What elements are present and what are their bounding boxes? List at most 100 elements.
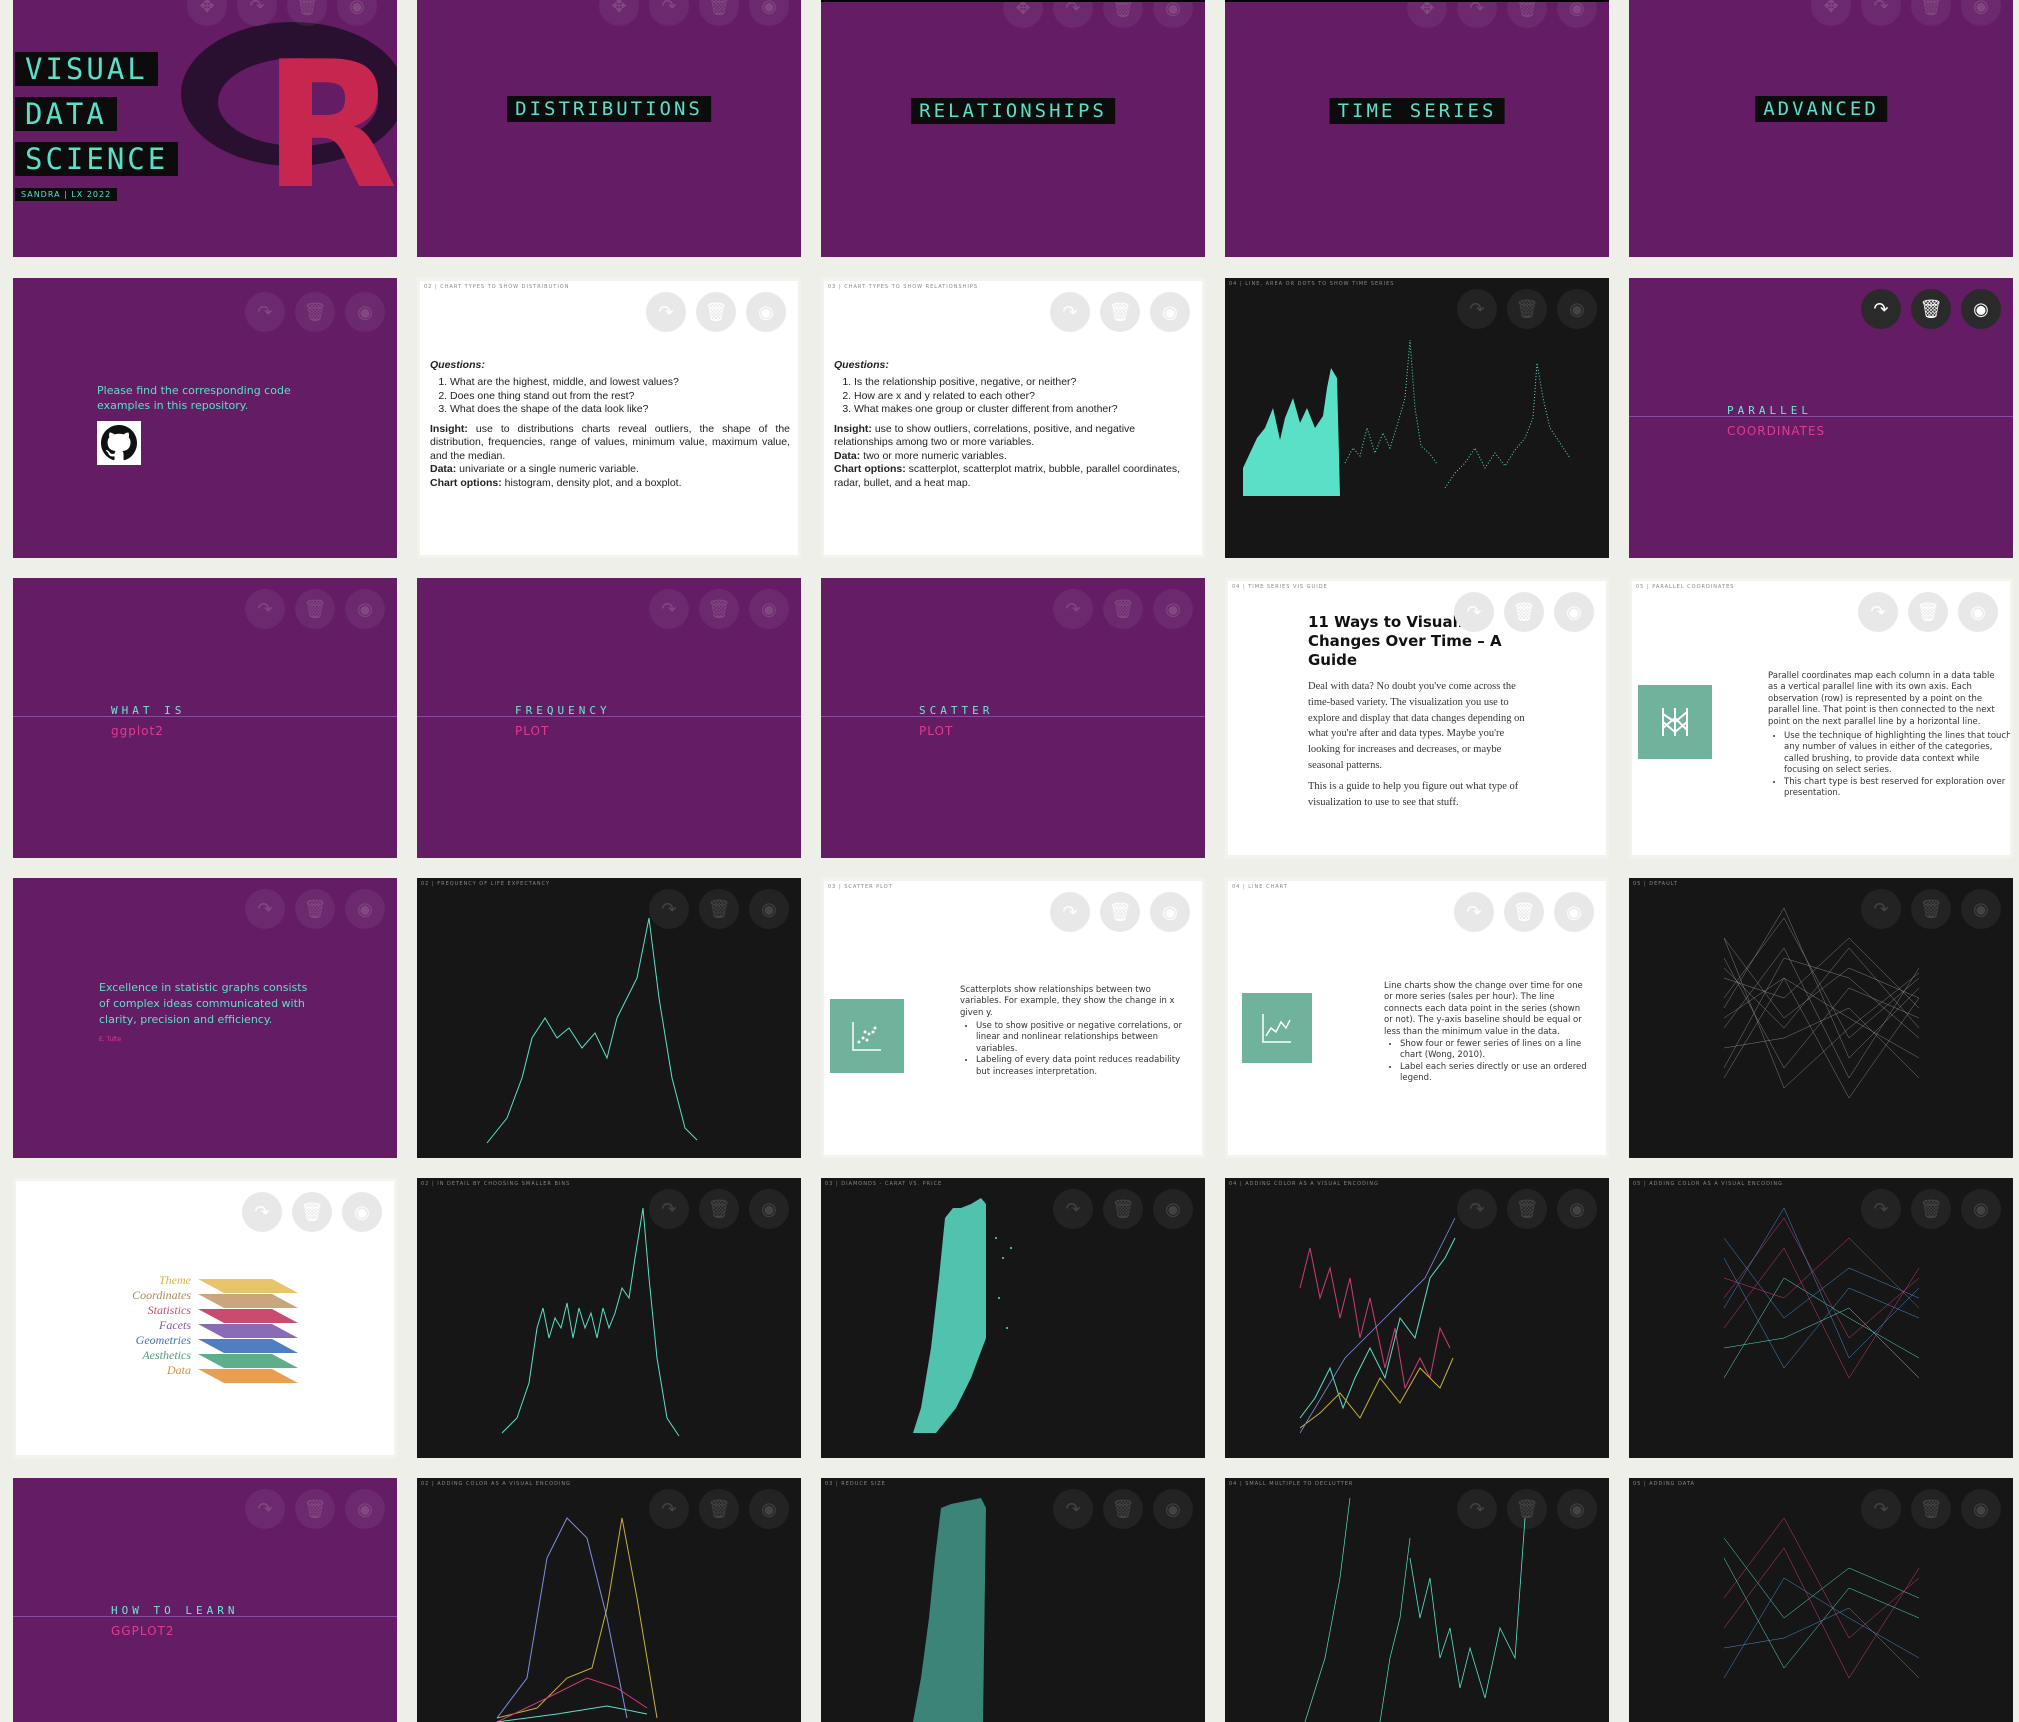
slide-reduce-size[interactable]: 03 | REDUCE SIZE ↷ 🗑 ◉ <box>821 1478 1205 1722</box>
slide-relationships[interactable]: RELATIONSHIPS ✥ ↷ 🗑 ◉ <box>821 0 1205 257</box>
trash-icon[interactable]: 🗑 <box>1911 289 1951 329</box>
slide-time-series[interactable]: TIME SERIES ✥ ↷ 🗑 ◉ <box>1225 0 1609 257</box>
redo-icon[interactable]: ↷ <box>649 0 689 26</box>
slide-scatter-plot[interactable]: SCATTER PLOT ↷ 🗑 ◉ <box>821 578 1205 858</box>
eye-icon[interactable]: ◉ <box>749 889 789 929</box>
eye-icon[interactable]: ◉ <box>1961 1189 2001 1229</box>
slide-title[interactable]: R VISUAL DATA SCIENCE SANDRA | LX 2022 ✥… <box>13 0 397 257</box>
redo-icon[interactable]: ↷ <box>1861 0 1901 26</box>
redo-icon[interactable]: ↷ <box>237 0 277 26</box>
slide-advanced[interactable]: ADVANCED ✥ ↷ 🗑 ◉ <box>1629 0 2013 257</box>
redo-icon[interactable]: ↷ <box>1861 889 1901 929</box>
slide-parallel-coordinates-text[interactable]: 05 | PARALLEL COORDINATES Parallel coord… <box>1629 578 2013 858</box>
trash-icon[interactable]: 🗑 <box>1911 889 1951 929</box>
slide-article[interactable]: 04 | TIME SERIES VIS GUIDE 11 Ways to Vi… <box>1225 578 1609 858</box>
redo-icon[interactable]: ↷ <box>1050 892 1090 932</box>
redo-icon[interactable]: ↷ <box>1861 1489 1901 1529</box>
trash-icon[interactable]: 🗑 <box>292 1192 332 1232</box>
trash-icon[interactable]: 🗑 <box>699 1189 739 1229</box>
trash-icon[interactable]: 🗑 <box>696 292 736 332</box>
trash-icon[interactable]: 🗑 <box>1507 1489 1547 1529</box>
eye-icon[interactable]: ◉ <box>1958 592 1998 632</box>
trash-icon[interactable]: 🗑 <box>295 292 335 332</box>
slide-what-is-ggplot2[interactable]: WHAT IS ggplot2 ↷ 🗑 ◉ <box>13 578 397 858</box>
eye-icon[interactable]: ◉ <box>749 589 789 629</box>
redo-icon[interactable]: ↷ <box>649 889 689 929</box>
redo-icon[interactable]: ↷ <box>646 292 686 332</box>
trash-icon[interactable]: 🗑 <box>295 1489 335 1529</box>
redo-icon[interactable]: ↷ <box>245 1489 285 1529</box>
redo-icon[interactable]: ↷ <box>649 589 689 629</box>
trash-icon[interactable]: 🗑 <box>1100 892 1140 932</box>
trash-icon[interactable]: 🗑 <box>1103 1489 1143 1529</box>
redo-icon[interactable]: ↷ <box>245 589 285 629</box>
eye-icon[interactable]: ◉ <box>1150 292 1190 332</box>
eye-icon[interactable]: ◉ <box>1961 0 2001 26</box>
eye-icon[interactable]: ◉ <box>1153 2 1193 28</box>
eye-icon[interactable]: ◉ <box>337 0 377 26</box>
eye-icon[interactable]: ◉ <box>1961 1489 2001 1529</box>
trash-icon[interactable]: 🗑 <box>287 0 327 26</box>
trash-icon[interactable]: 🗑 <box>699 589 739 629</box>
slide-scatter-text[interactable]: 03 | SCATTER PLOT Scatterplots show rela… <box>821 878 1205 1158</box>
github-icon[interactable] <box>97 421 141 465</box>
eye-icon[interactable]: ◉ <box>749 0 789 26</box>
slide-color-encoding-lines[interactable]: 04 | ADDING COLOR AS A VISUAL ENCODING ↷… <box>1225 1178 1609 1458</box>
eye-icon[interactable]: ◉ <box>749 1189 789 1229</box>
eye-icon[interactable]: ◉ <box>746 292 786 332</box>
slide-parallel-default[interactable]: 05 | DEFAULT ↷ 🗑 ◉ <box>1629 878 2013 1158</box>
redo-icon[interactable]: ↷ <box>1457 289 1497 329</box>
eye-icon[interactable]: ◉ <box>345 292 385 332</box>
eye-icon[interactable]: ◉ <box>1153 589 1193 629</box>
trash-icon[interactable]: 🗑 <box>1911 1489 1951 1529</box>
eye-icon[interactable]: ◉ <box>345 889 385 929</box>
trash-icon[interactable]: 🗑 <box>699 889 739 929</box>
eye-icon[interactable]: ◉ <box>1153 1189 1193 1229</box>
trash-icon[interactable]: 🗑 <box>1911 1189 1951 1229</box>
slide-line-chart-text[interactable]: 04 | LINE CHART Line charts show the cha… <box>1225 878 1609 1158</box>
trash-icon[interactable]: 🗑 <box>1504 592 1544 632</box>
eye-icon[interactable]: ◉ <box>1961 889 2001 929</box>
eye-icon[interactable]: ◉ <box>1554 592 1594 632</box>
eye-icon[interactable]: ◉ <box>345 1489 385 1529</box>
move-icon[interactable]: ✥ <box>187 0 227 26</box>
slide-parallel-coordinates[interactable]: PARALLEL COORDINATES ↷ 🗑 ◉ <box>1629 278 2013 558</box>
trash-icon[interactable]: 🗑 <box>1507 289 1547 329</box>
move-icon[interactable]: ✥ <box>599 0 639 26</box>
eye-icon[interactable]: ◉ <box>345 589 385 629</box>
slide-color-density[interactable]: 02 | ADDING COLOR AS A VISUAL ENCODING ↷… <box>417 1478 801 1722</box>
redo-icon[interactable]: ↷ <box>1053 2 1093 28</box>
eye-icon[interactable]: ◉ <box>1557 1189 1597 1229</box>
redo-icon[interactable]: ↷ <box>1454 892 1494 932</box>
slide-distribution-questions[interactable]: 02 | CHART TYPES TO SHOW DISTRIBUTION Qu… <box>417 278 801 558</box>
eye-icon[interactable]: ◉ <box>1150 892 1190 932</box>
slide-frequency-chart[interactable]: 02 | FREQUENCY OF LIFE EXPECTANCY ↷ 🗑 ◉ <box>417 878 801 1158</box>
redo-icon[interactable]: ↷ <box>649 1189 689 1229</box>
eye-icon[interactable]: ◉ <box>1557 289 1597 329</box>
slide-relationship-questions[interactable]: 03 | CHART TYPES TO SHOW RELATIONSHIPS Q… <box>821 278 1205 558</box>
trash-icon[interactable]: 🗑 <box>1100 292 1140 332</box>
redo-icon[interactable]: ↷ <box>1454 592 1494 632</box>
redo-icon[interactable]: ↷ <box>1457 2 1497 28</box>
trash-icon[interactable]: 🗑 <box>1507 2 1547 28</box>
redo-icon[interactable]: ↷ <box>242 1192 282 1232</box>
redo-icon[interactable]: ↷ <box>1457 1189 1497 1229</box>
eye-icon[interactable]: ◉ <box>749 1489 789 1529</box>
slide-adding-data[interactable]: 05 | ADDING DATA ↷ 🗑 ◉ <box>1629 1478 2013 1722</box>
trash-icon[interactable]: 🗑 <box>1103 2 1143 28</box>
slide-distributions[interactable]: DISTRIBUTIONS ✥ ↷ 🗑 ◉ <box>417 0 801 257</box>
slide-repo[interactable]: Please find the corresponding code examp… <box>13 278 397 558</box>
trash-icon[interactable]: 🗑 <box>1103 1189 1143 1229</box>
slide-quote[interactable]: Excellence in statistic graphs consists … <box>13 878 397 1158</box>
redo-icon[interactable]: ↷ <box>1861 289 1901 329</box>
trash-icon[interactable]: 🗑 <box>295 889 335 929</box>
slide-smaller-bins[interactable]: 02 | IN DETAIL BY CHOOSING SMALLER BINS … <box>417 1178 801 1458</box>
trash-icon[interactable]: 🗑 <box>1103 589 1143 629</box>
redo-icon[interactable]: ↷ <box>1050 292 1090 332</box>
move-icon[interactable]: ✥ <box>1003 2 1043 28</box>
eye-icon[interactable]: ◉ <box>1557 2 1597 28</box>
redo-icon[interactable]: ↷ <box>1861 1189 1901 1229</box>
slide-frequency-plot[interactable]: FREQUENCY PLOT ↷ 🗑 ◉ <box>417 578 801 858</box>
eye-icon[interactable]: ◉ <box>1961 289 2001 329</box>
redo-icon[interactable]: ↷ <box>649 1489 689 1529</box>
